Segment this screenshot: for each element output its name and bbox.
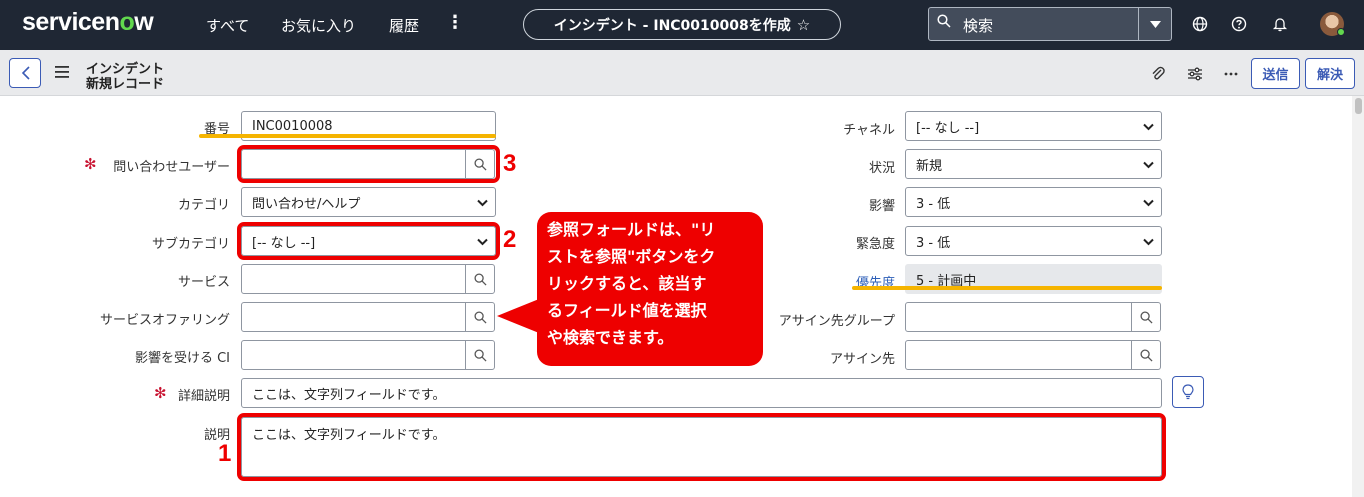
- global-search-box[interactable]: 検索: [928, 7, 1172, 41]
- short-description-label: 詳細説明: [177, 389, 230, 404]
- chevron-down-icon: [1143, 123, 1154, 131]
- record-title-text: インシデント - INC0010008を作成: [553, 17, 791, 34]
- chevron-down-icon: [477, 199, 488, 207]
- notification-bell-icon[interactable]: [1272, 16, 1288, 32]
- back-button[interactable]: [9, 58, 41, 88]
- annotation-number-1: 1: [218, 440, 232, 467]
- affected-ci-label: 影響を受ける CI: [134, 351, 230, 366]
- channel-select[interactable]: [-- なし --]: [905, 111, 1162, 141]
- vertical-scrollbar[interactable]: [1352, 96, 1364, 497]
- callout-line-1: 参照フォールドは、"リ: [547, 220, 716, 239]
- chevron-down-icon: [1143, 161, 1154, 169]
- channel-selected-value: [-- なし --]: [916, 120, 980, 136]
- state-label: 状況: [868, 161, 895, 176]
- attachment-paperclip-icon[interactable]: [1150, 66, 1166, 82]
- nav-link-favorites[interactable]: お気に入り: [281, 15, 356, 36]
- search-icon: [1139, 310, 1153, 324]
- chevron-down-icon: [1143, 199, 1154, 207]
- servicenow-logo[interactable]: servicenow: [22, 8, 154, 37]
- callout-line-2: ストを参照"ボタンをク: [547, 247, 716, 266]
- callout-line-3: リックすると、該当す: [547, 274, 707, 293]
- required-indicator: ✻: [84, 155, 97, 173]
- short-description-input[interactable]: ここは、文字列フィールドです。: [241, 378, 1162, 408]
- service-lookup-button[interactable]: [465, 264, 495, 294]
- channel-label: チャネル: [843, 123, 895, 138]
- service-input[interactable]: [241, 264, 466, 294]
- affected-ci-lookup-button[interactable]: [465, 340, 495, 370]
- service-label: サービス: [177, 275, 230, 290]
- search-icon: [473, 272, 487, 286]
- subcategory-highlight-box: [237, 222, 500, 260]
- assignment-group-lookup-button[interactable]: [1131, 302, 1161, 332]
- urgency-select[interactable]: 3 - 低: [905, 226, 1162, 256]
- search-icon: [473, 310, 487, 324]
- service-offering-input[interactable]: [241, 302, 466, 332]
- record-title-pill[interactable]: インシデント - INC0010008を作成 ☆: [523, 9, 841, 40]
- search-icon: [1139, 348, 1153, 362]
- impact-selected-value: 3 - 低: [916, 196, 951, 212]
- urgency-selected-value: 3 - 低: [916, 235, 951, 251]
- more-options-icon[interactable]: [1223, 66, 1239, 82]
- priority-highlight-underline: [852, 286, 1162, 290]
- state-selected-value: 新規: [916, 158, 943, 174]
- callout-line-4: るフィールド値を選択: [547, 301, 707, 320]
- search-scope-dropdown[interactable]: [1138, 8, 1171, 40]
- number-highlight-underline: [199, 134, 496, 138]
- search-icon: [937, 14, 951, 28]
- assignment-group-label: アサイン先グループ: [778, 314, 895, 329]
- search-icon: [473, 348, 487, 362]
- lightbulb-icon: [1182, 384, 1194, 400]
- scrollbar-thumb[interactable]: [1355, 98, 1362, 114]
- nav-link-history[interactable]: 履歴: [389, 15, 419, 36]
- affected-ci-input[interactable]: [241, 340, 466, 370]
- chevron-left-icon: [21, 66, 30, 80]
- subcategory-label: サブカテゴリ: [151, 237, 230, 252]
- assigned-to-input[interactable]: [905, 340, 1132, 370]
- more-menu-icon[interactable]: ⋮: [446, 12, 464, 33]
- state-select[interactable]: 新規: [905, 149, 1162, 179]
- annotation-number-3: 3: [503, 150, 517, 177]
- impact-select[interactable]: 3 - 低: [905, 187, 1162, 217]
- annotation-number-2: 2: [503, 226, 517, 253]
- assigned-to-lookup-button[interactable]: [1131, 340, 1161, 370]
- caret-down-icon: [1149, 20, 1161, 28]
- presence-indicator: [1337, 28, 1345, 36]
- form-title-record: 新規レコード: [86, 77, 165, 92]
- personalize-settings-icon[interactable]: [1187, 66, 1203, 82]
- hamburger-menu-icon[interactable]: [55, 66, 69, 78]
- impact-label: 影響: [868, 199, 895, 214]
- globe-icon[interactable]: [1192, 16, 1208, 32]
- caller-label: 問い合わせユーザー: [113, 160, 230, 175]
- assigned-to-label: アサイン先: [829, 352, 895, 367]
- category-select[interactable]: 問い合わせ/ヘルプ: [241, 187, 496, 217]
- resolve-button[interactable]: 解決: [1305, 58, 1355, 89]
- explanation-callout: 参照フォールドは、"リ ストを参照"ボタンをク リックすると、該当す るフィール…: [537, 212, 763, 366]
- category-label: カテゴリ: [177, 198, 230, 213]
- chevron-down-icon: [1143, 238, 1154, 246]
- star-icon[interactable]: ☆: [797, 16, 810, 34]
- urgency-label: 緊急度: [855, 237, 895, 252]
- caller-highlight-box: [237, 145, 500, 183]
- search-input[interactable]: 検索: [963, 15, 993, 36]
- submit-button[interactable]: 送信: [1251, 58, 1300, 89]
- help-icon[interactable]: [1231, 16, 1247, 32]
- category-selected-value: 問い合わせ/ヘルプ: [252, 196, 361, 212]
- service-offering-lookup-button[interactable]: [465, 302, 495, 332]
- description-highlight-box: [237, 413, 1166, 481]
- callout-pointer: [497, 299, 539, 333]
- suggestion-lightbulb-button[interactable]: [1172, 376, 1204, 408]
- service-offering-label: サービスオファリング: [99, 313, 230, 328]
- nav-link-all[interactable]: すべて: [206, 15, 249, 36]
- assignment-group-input[interactable]: [905, 302, 1132, 332]
- callout-line-5: や検索できます。: [547, 328, 674, 347]
